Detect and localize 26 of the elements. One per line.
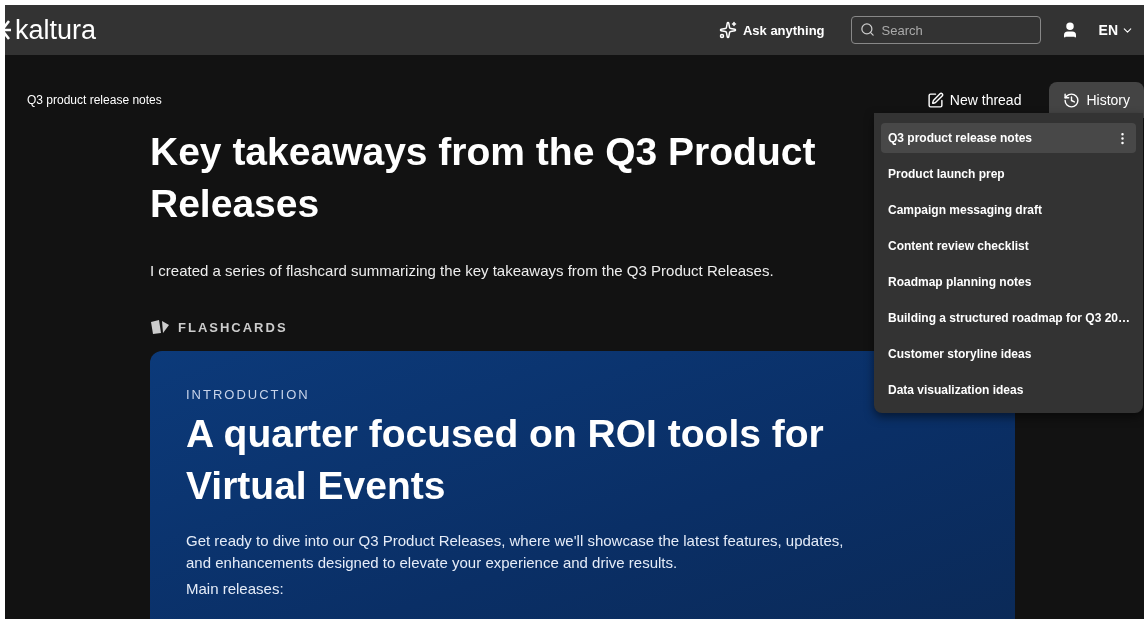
history-item[interactable]: Roadmap planning notes bbox=[881, 267, 1136, 297]
answer-heading: Key takeaways from the Q3 Product Releases bbox=[150, 129, 817, 227]
edit-icon bbox=[926, 91, 944, 109]
history-item[interactable]: Customer storyline ideas bbox=[881, 339, 1136, 369]
history-item[interactable]: Campaign messaging draft bbox=[881, 195, 1136, 225]
search-icon bbox=[859, 22, 875, 37]
new-thread-button[interactable]: New thread bbox=[912, 82, 1036, 118]
flashcard-body: Get ready to dive into our Q3 Product Releases, where we'll showcase the latest features, updates, and enhancements designed to elevate your experience and drive results. bbox=[186, 531, 845, 573]
history-item[interactable]: Data visualization ideas bbox=[881, 375, 1136, 405]
language-selector[interactable]: EN bbox=[1098, 22, 1134, 38]
history-item[interactable]: Q3 product release notes bbox=[881, 123, 1136, 153]
sparkle-icon bbox=[718, 21, 737, 39]
logo-text: kaltura bbox=[15, 14, 97, 46]
section-label: FLASHCARDS bbox=[178, 319, 288, 335]
history-item[interactable]: Product launch prep bbox=[881, 159, 1136, 189]
flashcard-list-label: Main releases: bbox=[186, 580, 285, 597]
flashcard-eyebrow: INTRODUCTION bbox=[186, 387, 310, 402]
cards-icon bbox=[150, 319, 170, 335]
history-item[interactable]: Building a structured roadmap for Q3 20… bbox=[881, 303, 1136, 333]
history-icon bbox=[1063, 91, 1081, 109]
search-field[interactable]: Search bbox=[850, 16, 1041, 44]
thread-title: Q3 product release notes bbox=[27, 93, 163, 107]
history-item[interactable]: Content review checklist bbox=[881, 231, 1136, 261]
flashcard-title: A quarter focused on ROI tools for Virtual Events bbox=[186, 411, 825, 509]
answer-intro: I created a series of flashcard summarizing the key takeaways from the Q3 Product Releases. bbox=[150, 262, 775, 279]
ask-anything-button[interactable]: Ask anything bbox=[712, 20, 831, 40]
